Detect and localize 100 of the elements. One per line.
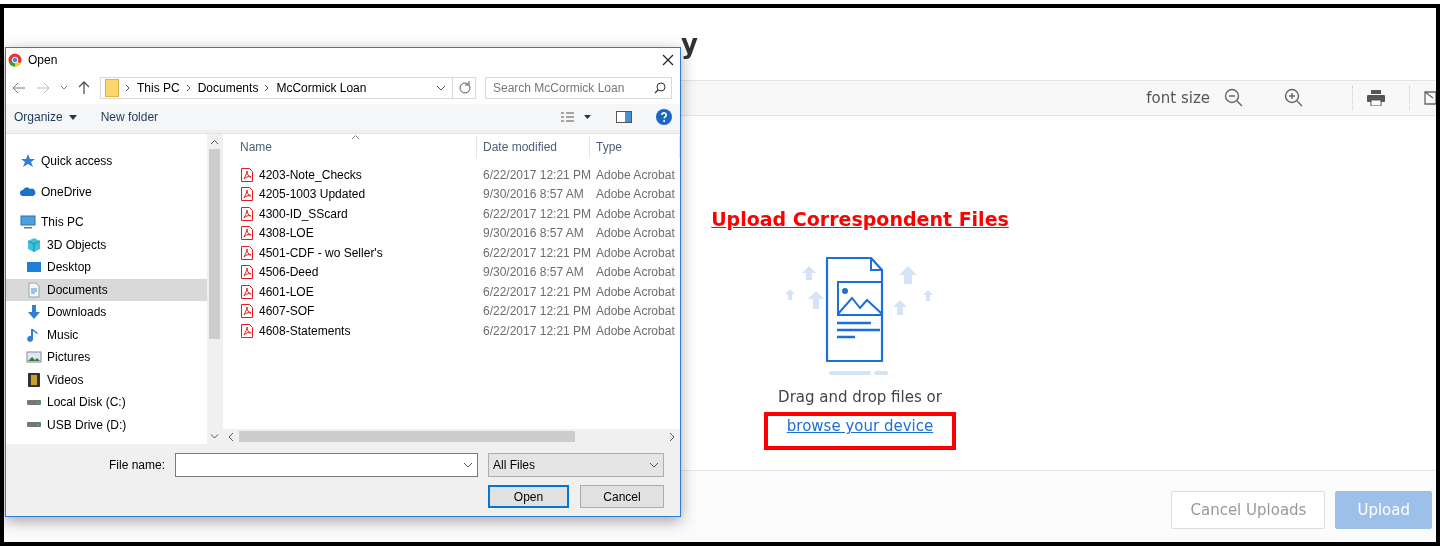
file-row[interactable]: 4501-CDF - wo Seller's 6/22/2017 12:21 PM Adobe Acrobat [223,243,680,263]
nav-item[interactable]: OneDrive [6,180,207,203]
horizontal-scrollbar[interactable] [223,429,680,444]
zoom-out-button[interactable] [1224,88,1244,108]
address-bar[interactable]: This PC Documents McCormick Loan [100,77,476,99]
breadcrumb[interactable]: Documents [197,81,259,95]
back-button[interactable] [10,82,28,94]
scroll-left-icon[interactable] [227,431,235,442]
file-date: 6/22/2017 12:21 PM [483,304,593,319]
file-name: 4601-LOE [259,284,315,299]
file-date: 9/30/2016 8:57 AM [483,265,585,280]
file-name: 4501-CDF - wo Seller's [259,245,384,260]
breadcrumb[interactable]: McCormick Loan [276,81,367,95]
nav-item[interactable]: Local Disk (C:) [6,391,207,414]
cube-icon [26,236,42,253]
vertical-scrollbar[interactable] [207,134,222,444]
pdf-file-icon [241,265,253,280]
file-row[interactable]: 4308-LOE 9/30/2016 8:57 AM Adobe Acrobat [223,223,680,243]
recent-locations-button[interactable] [58,85,70,91]
file-date: 6/22/2017 12:21 PM [483,284,593,299]
nav-item[interactable]: This PC [6,211,207,234]
file-date: 9/30/2016 8:57 AM [483,226,585,241]
chevron-icon [125,84,131,92]
file-row[interactable]: 4203-Note_Checks 6/22/2017 12:21 PM Adobe Acrobat [223,165,680,185]
file-row[interactable]: 4608-Statements 6/22/2017 12:21 PM Adobe Acrobat [223,321,680,341]
film-icon [26,371,42,388]
file-type: Adobe Acrobat [596,167,676,182]
nav-item[interactable]: USB Drive (D:) [6,413,207,436]
file-name: 4308-LOE [259,226,315,241]
file-type: Adobe Acrobat [596,265,676,280]
file-type: Adobe Acrobat [596,284,676,299]
organize-menu[interactable]: Organize [14,110,77,124]
search-icon [654,82,666,94]
file-name: 4608-Statements [259,323,352,338]
nav-item[interactable]: Music [6,323,207,346]
nav-item[interactable]: Videos [6,368,207,391]
file-name-label: File name: [108,458,165,472]
page-title: y [681,29,698,59]
file-row[interactable]: 4506-Deed 9/30/2016 8:57 AM Adobe Acrobat [223,262,680,282]
search-field[interactable]: Search McCormick Loan [485,77,672,99]
file-type: Adobe Acrobat [596,323,676,338]
chevron-icon [264,84,271,92]
up-button[interactable] [76,81,92,95]
file-date: 6/22/2017 12:21 PM [483,245,593,260]
pdf-file-icon [241,304,253,319]
help-icon[interactable] [656,109,672,125]
drive-icon [26,421,42,429]
nav-item[interactable]: Quick access [6,150,207,173]
nav-item[interactable]: Downloads [6,301,207,324]
file-row[interactable]: 4205-1003 Updated 9/30/2016 8:57 AM Adobe Acrobat [223,184,680,204]
folder-icon [105,79,119,97]
file-name: 4607-SOF [259,304,316,319]
pdf-file-icon [241,226,253,241]
file-row[interactable]: 4601-LOE 6/22/2017 12:21 PM Adobe Acrobat [223,282,680,302]
close-button[interactable] [662,54,674,66]
print-button[interactable] [1367,90,1385,106]
dialog-title: Open [28,53,59,67]
pdf-file-icon [241,245,253,260]
column-header[interactable]: Type [590,136,680,158]
sort-caret-icon [351,134,360,140]
file-type: Adobe Acrobat [596,206,676,221]
column-header[interactable]: Name [223,136,477,158]
file-row[interactable]: 4300-ID_SScard 6/22/2017 12:21 PM Adobe Acrobat [223,204,680,224]
open-button[interactable]: Open [488,485,569,508]
file-date: 9/30/2016 8:57 AM [483,187,585,202]
pdf-file-icon [241,206,253,221]
file-type-dropdown[interactable]: All Files [488,453,664,477]
column-header[interactable]: Date modified [477,136,590,158]
chevron-icon [185,84,192,92]
dropdown-caret-icon [463,462,473,468]
nav-item[interactable]: 3D Objects [6,233,207,256]
pdf-file-icon [241,323,253,338]
pdf-file-icon [241,167,253,182]
cancel-button[interactable]: Cancel [580,485,664,508]
monitor-icon [20,214,36,231]
file-row[interactable]: 4607-SOF 6/22/2017 12:21 PM Adobe Acrobat [223,301,680,321]
mail-button[interactable] [1424,91,1436,105]
file-type: Adobe Acrobat [596,187,676,202]
file-date: 6/22/2017 12:21 PM [483,323,593,338]
view-options-button[interactable] [560,111,592,123]
pdf-file-icon [241,284,253,299]
nav-item[interactable]: Documents [6,278,207,301]
caret-icon [68,114,77,120]
zoom-in-button[interactable] [1284,88,1304,108]
document-icon [26,281,42,298]
breadcrumb[interactable]: This PC [137,81,180,95]
file-name-field[interactable] [175,453,478,477]
scroll-right-icon[interactable] [668,431,676,442]
file-name: 4506-Deed [259,265,320,280]
preview-pane-button[interactable] [616,111,632,123]
new-folder-button[interactable]: New folder [100,110,159,124]
star-icon [20,153,36,170]
browse-link[interactable]: browse your device [786,417,934,446]
scroll-up-icon[interactable] [210,139,219,144]
dropdown-caret-icon [649,462,659,468]
file-name: 4205-1003 Updated [259,187,367,202]
nav-item[interactable]: Pictures [6,346,207,369]
pdf-file-icon [241,187,253,202]
file-type: Adobe Acrobat [596,245,676,260]
nav-item[interactable]: Desktop [6,256,207,279]
